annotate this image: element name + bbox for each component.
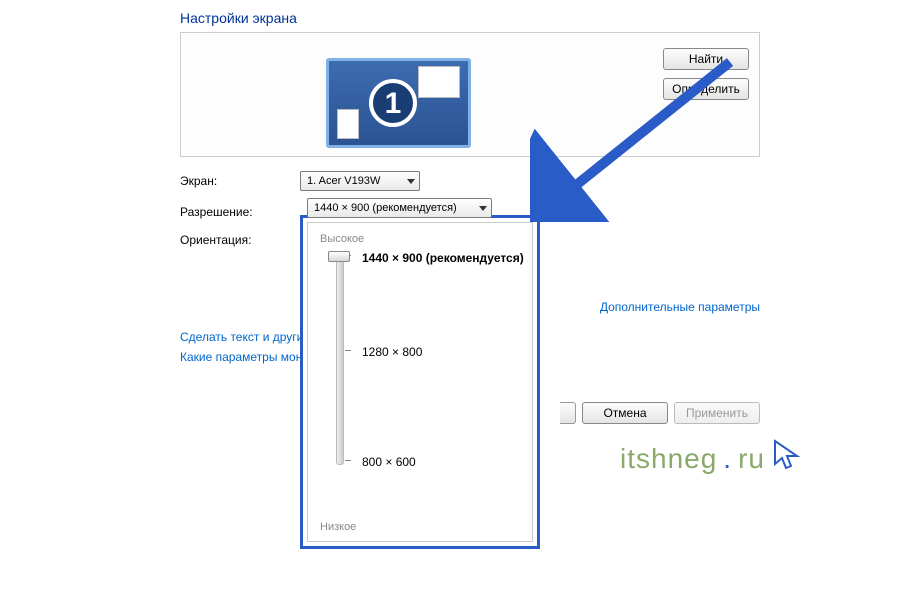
- identify-button[interactable]: Определить: [663, 78, 749, 100]
- cancel-button[interactable]: Отмена: [582, 402, 668, 424]
- cursor-icon: [771, 438, 805, 479]
- orientation-label: Ориентация:: [180, 233, 300, 247]
- resolution-option[interactable]: 1280 × 800: [362, 345, 422, 359]
- text-size-link[interactable]: Сделать текст и другие: [180, 330, 310, 344]
- page-title: Настройки экрана: [180, 10, 760, 26]
- monitor-number: 1: [369, 79, 417, 127]
- slider-low-label: Низкое: [320, 521, 356, 533]
- resolution-option[interactable]: 1440 × 900 (рекомендуется): [362, 251, 524, 265]
- ok-button-edge[interactable]: [560, 402, 576, 424]
- find-button[interactable]: Найти: [663, 48, 749, 70]
- screen-dropdown[interactable]: 1. Acer V193W: [300, 171, 420, 191]
- resolution-option[interactable]: 800 × 600: [362, 455, 416, 469]
- slider-high-label: Высокое: [320, 233, 520, 245]
- advanced-settings-link[interactable]: Дополнительные параметры: [600, 300, 760, 314]
- display-preview-box: 1 Найти Определить: [180, 32, 760, 157]
- screen-label: Экран:: [180, 174, 300, 188]
- resolution-slider[interactable]: 1440 × 900 (рекомендуется) 1280 × 800 80…: [330, 255, 520, 475]
- resolution-popup: 1440 × 900 (рекомендуется) Высокое 1440 …: [300, 215, 540, 549]
- monitor-preview[interactable]: 1: [326, 58, 471, 148]
- preview-window-icon: [418, 66, 460, 98]
- slider-thumb[interactable]: [328, 251, 350, 262]
- resolution-dropdown-value: 1440 × 900 (рекомендуется): [314, 202, 457, 214]
- chevron-down-icon: [479, 206, 487, 211]
- monitor-params-link[interactable]: Какие параметры мон: [180, 350, 310, 364]
- watermark: itshneg.ru: [620, 438, 805, 479]
- slider-track: [336, 255, 344, 465]
- chevron-down-icon: [407, 179, 415, 184]
- apply-button: Применить: [674, 402, 760, 424]
- screen-dropdown-value: 1. Acer V193W: [307, 175, 380, 187]
- preview-window-icon: [337, 109, 359, 139]
- resolution-label: Разрешение:: [180, 205, 300, 219]
- resolution-dropdown[interactable]: 1440 × 900 (рекомендуется): [307, 198, 492, 218]
